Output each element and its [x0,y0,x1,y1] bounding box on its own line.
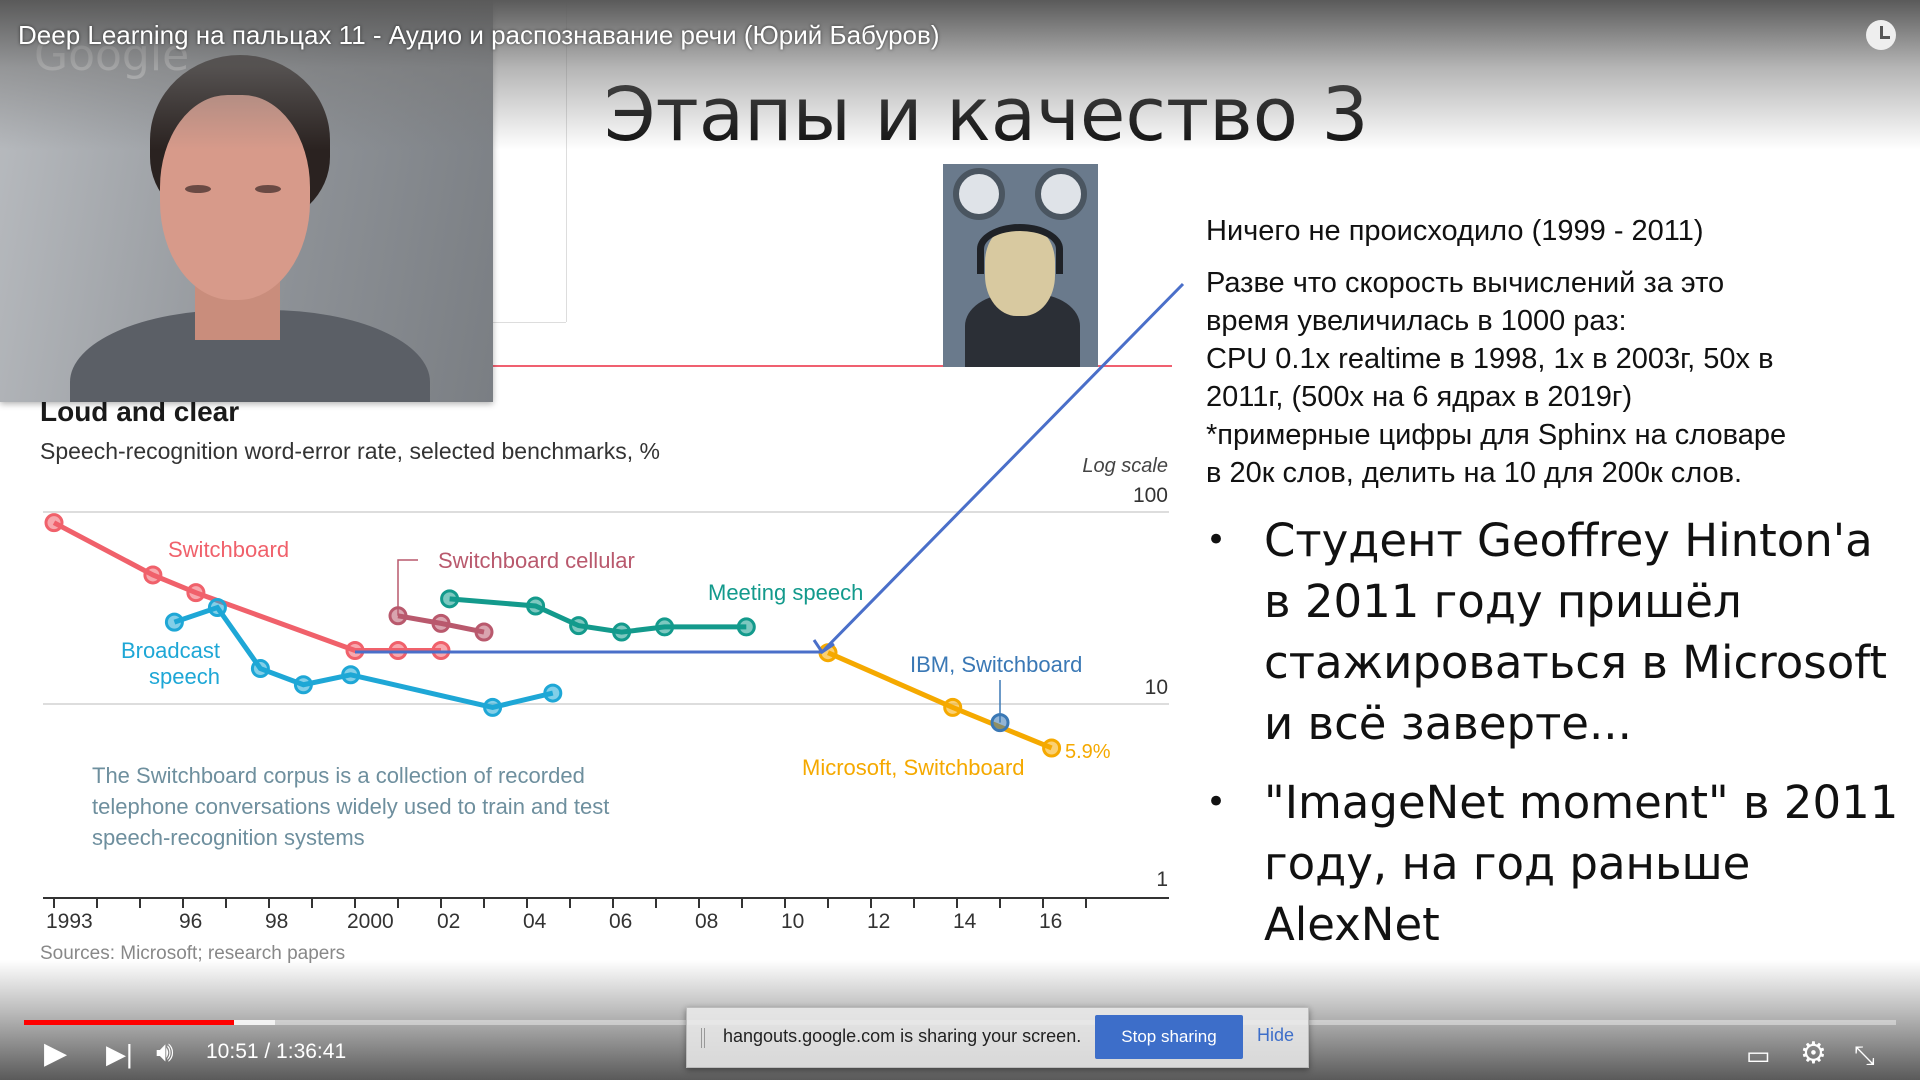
y-tick-label: 100 [1133,484,1168,507]
data-point [483,697,503,717]
data-point [1042,738,1062,758]
person-eye [255,185,281,193]
data-point [207,598,227,618]
data-point [612,622,632,642]
chart-note: The Switchboard corpus is a collection o… [92,763,610,850]
data-point [44,513,64,533]
label-switchboard: Switchboard [168,537,289,562]
data-point [345,640,365,660]
label-ibm: IBM, Switchboard [910,652,1082,677]
x-tick-label: 12 [867,910,890,933]
video-title[interactable]: Deep Learning на пальцах 11 - Аудио и ра… [18,20,939,51]
screen-share-bar: hangouts.google.com is sharing your scre… [686,1007,1309,1068]
data-point [388,640,408,660]
data-point [143,565,163,585]
y-tick-label: 1 [1156,868,1168,891]
settings-gear-icon[interactable]: ⚙ [1800,1036,1827,1071]
data-point [388,606,408,626]
label-broadcast: speech [149,664,220,689]
data-point [990,713,1010,733]
x-tick-label: 2000 [347,910,394,933]
exit-fullscreen-icon[interactable]: ⤡ [1854,1040,1875,1072]
label-last-value: 5.9% [1065,741,1111,763]
data-point [943,697,963,717]
data-point [431,613,451,633]
drag-handle-icon[interactable] [701,1028,705,1048]
scale-label: Log scale [1082,455,1168,477]
share-message: hangouts.google.com is sharing your scre… [723,1026,1082,1046]
data-point [440,589,460,609]
person-face [160,95,310,300]
played-bar [24,1020,234,1025]
data-point [736,617,756,637]
webcam-feed: Google [0,0,493,402]
next-icon[interactable]: ▶| [106,1039,133,1070]
x-tick-label: 14 [953,910,977,933]
x-tick-label: 10 [781,910,804,933]
label-microsoft: Microsoft, Switchboard [802,755,1025,780]
data-point [543,683,563,703]
data-point [431,640,451,660]
label-switchboard-cellular: Switchboard cellular [438,548,635,573]
data-point [341,665,361,685]
data-point [293,675,313,695]
x-tick-label: 06 [609,910,632,933]
watch-later-clock-icon[interactable] [1866,20,1896,50]
data-point [474,622,494,642]
x-tick-label: 16 [1039,910,1062,933]
label-broadcast: Broadcast [121,638,220,663]
x-tick-label: 1993 [46,910,93,933]
label-meeting-speech: Meeting speech [708,580,863,605]
stop-sharing-button[interactable]: Stop sharing [1095,1015,1243,1059]
data-point [526,596,546,616]
data-point [655,617,675,637]
y-tick-label: 10 [1145,676,1168,699]
data-point [186,583,206,603]
person-eye [185,185,211,193]
data-point [569,616,589,636]
play-icon[interactable]: ▶ [44,1036,67,1071]
x-tick-label: 98 [265,910,288,933]
x-tick-label: 04 [523,910,547,933]
series-line [173,604,554,710]
x-tick-label: 02 [437,910,460,933]
series-line [449,596,747,635]
data-point [164,612,184,632]
data-point [250,659,270,679]
subtitles-icon[interactable]: ▭ [1746,1040,1771,1071]
hide-link[interactable]: Hide [1257,1025,1294,1046]
x-tick-label: 08 [695,910,718,933]
x-tick-label: 96 [179,910,202,933]
volume-icon[interactable]: 🔊︎ [156,1036,174,1069]
time-display: 10:51 / 1:36:41 [206,1040,347,1063]
